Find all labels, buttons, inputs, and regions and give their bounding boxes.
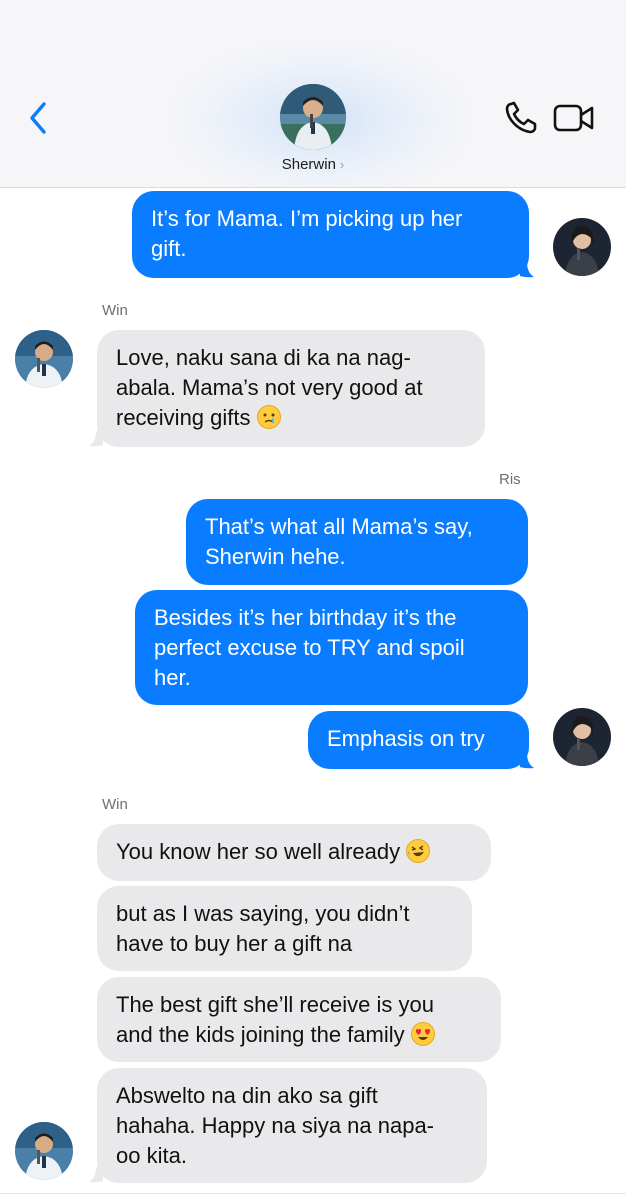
message-text: but as I was saying, you didn’t bbox=[116, 901, 410, 926]
conversation-header: Sherwin › bbox=[0, 0, 626, 188]
message-bubble-incoming[interactable]: You know her so well already bbox=[97, 824, 491, 881]
win-avatar[interactable] bbox=[15, 1122, 73, 1180]
message-text: Emphasis on try bbox=[327, 726, 485, 751]
win-avatar[interactable] bbox=[15, 330, 73, 388]
message-text: The best gift she’ll receive is you bbox=[116, 992, 434, 1017]
video-call-button[interactable] bbox=[553, 101, 595, 135]
contact-name: Sherwin bbox=[281, 156, 336, 173]
bubble-tail bbox=[89, 1167, 103, 1183]
message-text: receiving gifts bbox=[116, 405, 251, 430]
crying-face-emoji-icon bbox=[256, 405, 281, 429]
message-text: Besides it’s her birthday it’s the bbox=[154, 605, 457, 630]
message-text: have to buy her a gift na bbox=[116, 931, 353, 956]
bottom-divider bbox=[0, 1193, 626, 1199]
my-avatar[interactable] bbox=[553, 218, 611, 276]
chevron-left-icon bbox=[30, 102, 46, 134]
message-bubble-incoming[interactable]: Abswelto na din ako sa gift hahaha. Happ… bbox=[97, 1068, 487, 1183]
message-bubble-incoming[interactable]: but as I was saying, you didn’t have to … bbox=[97, 886, 472, 971]
contact-avatar bbox=[280, 84, 346, 150]
message-bubble-outgoing[interactable]: It’s for Mama. I’m picking up her gift. bbox=[132, 191, 529, 278]
message-bubble-incoming[interactable]: Love, naku sana di ka na nag- abala. Mam… bbox=[97, 330, 485, 447]
back-button[interactable] bbox=[24, 98, 56, 138]
message-text: perfect excuse to TRY and spoil bbox=[154, 635, 465, 660]
message-text: That’s what all Mama’s say, bbox=[205, 514, 473, 539]
message-text: oo kita. bbox=[116, 1143, 187, 1168]
audio-call-button[interactable] bbox=[502, 98, 540, 138]
rolling-laughing-emoji-icon bbox=[406, 839, 431, 863]
bubble-tail bbox=[520, 262, 534, 278]
message-bubble-incoming[interactable]: The best gift she’ll receive is you and … bbox=[97, 977, 501, 1062]
bubble-tail bbox=[89, 431, 103, 447]
message-text: gift. bbox=[151, 236, 187, 261]
chevron-right-icon: › bbox=[339, 157, 345, 172]
message-text: Sherwin hehe. bbox=[205, 544, 346, 569]
message-text: You know her so well already bbox=[116, 839, 401, 864]
heart-eyes-emoji-icon bbox=[410, 1022, 435, 1046]
message-text: her. bbox=[154, 665, 191, 690]
message-text: It’s for Mama. I’m picking up her bbox=[151, 206, 463, 231]
phone-icon bbox=[505, 101, 537, 134]
message-text: abala. Mama’s not very good at bbox=[116, 375, 423, 400]
messages-screen: Sherwin › It’s for Mama. I’m picking up h… bbox=[0, 0, 626, 1199]
message-text: and the kids joining the family bbox=[116, 1022, 405, 1047]
sender-name: Win bbox=[102, 796, 128, 813]
my-avatar[interactable] bbox=[553, 708, 611, 766]
message-text: Abswelto na din ako sa gift bbox=[116, 1083, 378, 1108]
message-bubble-outgoing[interactable]: That’s what all Mama’s say, Sherwin hehe… bbox=[186, 499, 528, 585]
bubble-tail bbox=[520, 753, 534, 769]
contact-name-row: Sherwin › bbox=[255, 156, 371, 173]
video-camera-icon bbox=[553, 104, 594, 132]
message-text: hahaha. Happy na siya na napa- bbox=[116, 1113, 435, 1138]
message-text: Love, naku sana di ka na nag- bbox=[116, 345, 411, 370]
message-bubble-outgoing[interactable]: Besides it’s her birthday it’s the perfe… bbox=[135, 590, 528, 705]
contact-info-button[interactable]: Sherwin › bbox=[255, 82, 371, 178]
sender-name: Ris bbox=[499, 471, 521, 488]
message-bubble-outgoing[interactable]: Emphasis on try bbox=[308, 711, 529, 769]
sender-name: Win bbox=[102, 302, 128, 319]
